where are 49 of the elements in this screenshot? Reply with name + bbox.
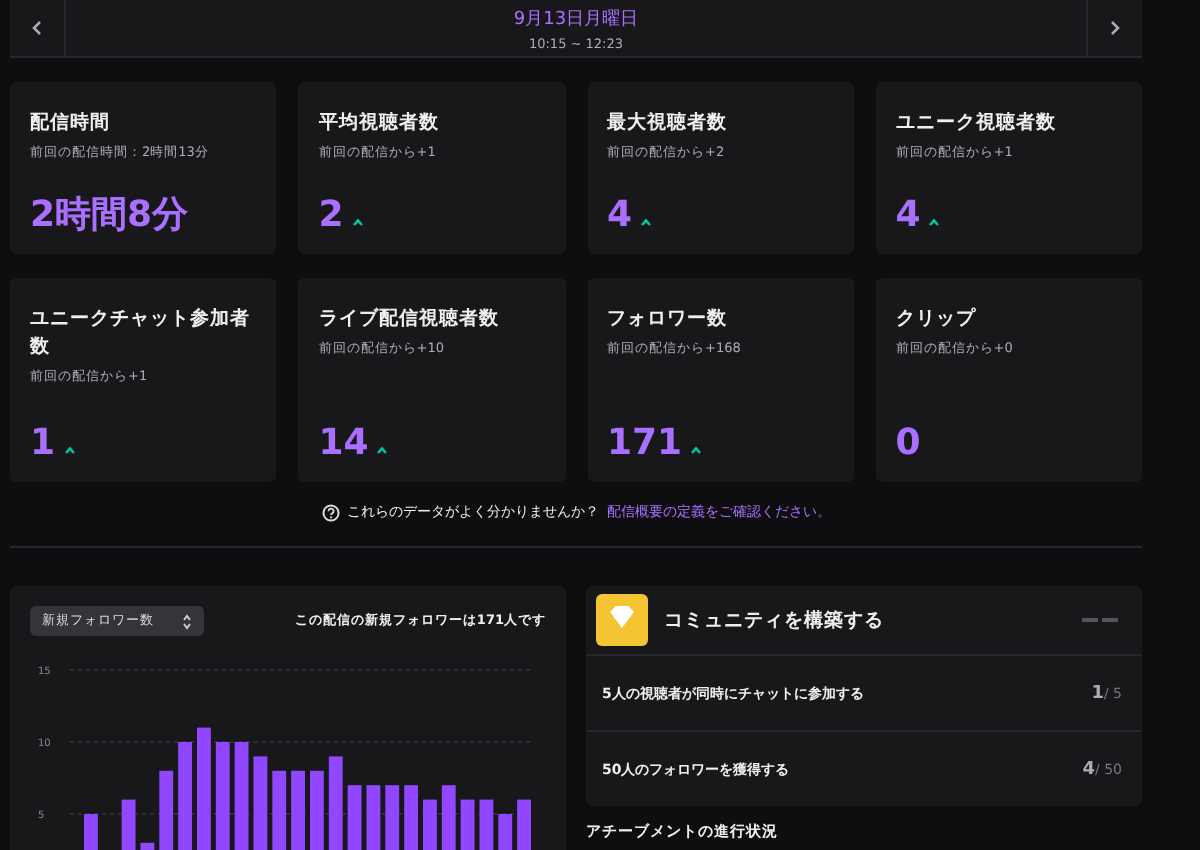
help-icon <box>321 503 339 521</box>
stat-value: 4 <box>607 198 633 234</box>
sort-arrows-icon <box>182 613 192 629</box>
chart-bar <box>347 785 362 850</box>
stat-label: ユニーク視聴者数 <box>895 110 1058 138</box>
chevron-right-icon <box>1110 20 1120 36</box>
stat-value: 0 <box>895 426 921 462</box>
stat-label: 最大視聴者数 <box>607 110 729 138</box>
stat-label: フォロワー数 <box>607 306 729 334</box>
chart-bar <box>178 742 192 850</box>
chart-bar <box>272 770 287 850</box>
stat-value: 14 <box>318 426 369 462</box>
chart-bar <box>234 742 249 850</box>
community-title: コミュニティを構築する <box>664 607 886 633</box>
chart-bar <box>385 785 400 850</box>
task-count: 1 <box>1091 683 1104 703</box>
stat-label: ライブ配信視聴者数 <box>318 306 501 334</box>
stream-date: 9月13日月曜日 <box>513 7 639 31</box>
stat-value: 4 <box>895 198 921 234</box>
chart-bar <box>140 842 155 850</box>
stat-label: 配信時間 <box>30 110 112 138</box>
stat-label: クリップ <box>895 306 978 334</box>
chart-bar <box>310 770 324 850</box>
chart-bar <box>441 785 456 850</box>
chart-bar <box>291 770 305 850</box>
diamond-badge-icon <box>596 594 648 646</box>
task-count: 4 <box>1082 759 1095 779</box>
chart-bar <box>328 756 343 850</box>
stat-label: 平均視聴者数 <box>318 110 441 138</box>
chart-bar <box>460 799 475 850</box>
chevron-left-icon <box>32 20 42 36</box>
stat-value: 171 <box>607 426 683 462</box>
stat-label: ユニークチャット参加者数 <box>30 306 252 362</box>
chart-bar <box>404 785 418 850</box>
chart-bar <box>197 727 211 850</box>
stat-value: 2 <box>318 198 344 234</box>
chart-bar <box>159 770 174 850</box>
chart-bar <box>423 799 437 850</box>
chart-bar <box>84 814 98 850</box>
chart-bar <box>479 799 494 850</box>
chart-bar <box>366 785 381 850</box>
stat-value: 1 <box>30 426 56 462</box>
stat-value: 2時間8分 <box>30 198 189 234</box>
chart-bar <box>253 756 268 850</box>
chart-bar <box>498 814 513 850</box>
chart-bar <box>215 742 230 850</box>
chart-bar <box>121 799 136 850</box>
chart-bar <box>517 799 531 850</box>
progress-dashes-icon <box>1082 618 1118 622</box>
